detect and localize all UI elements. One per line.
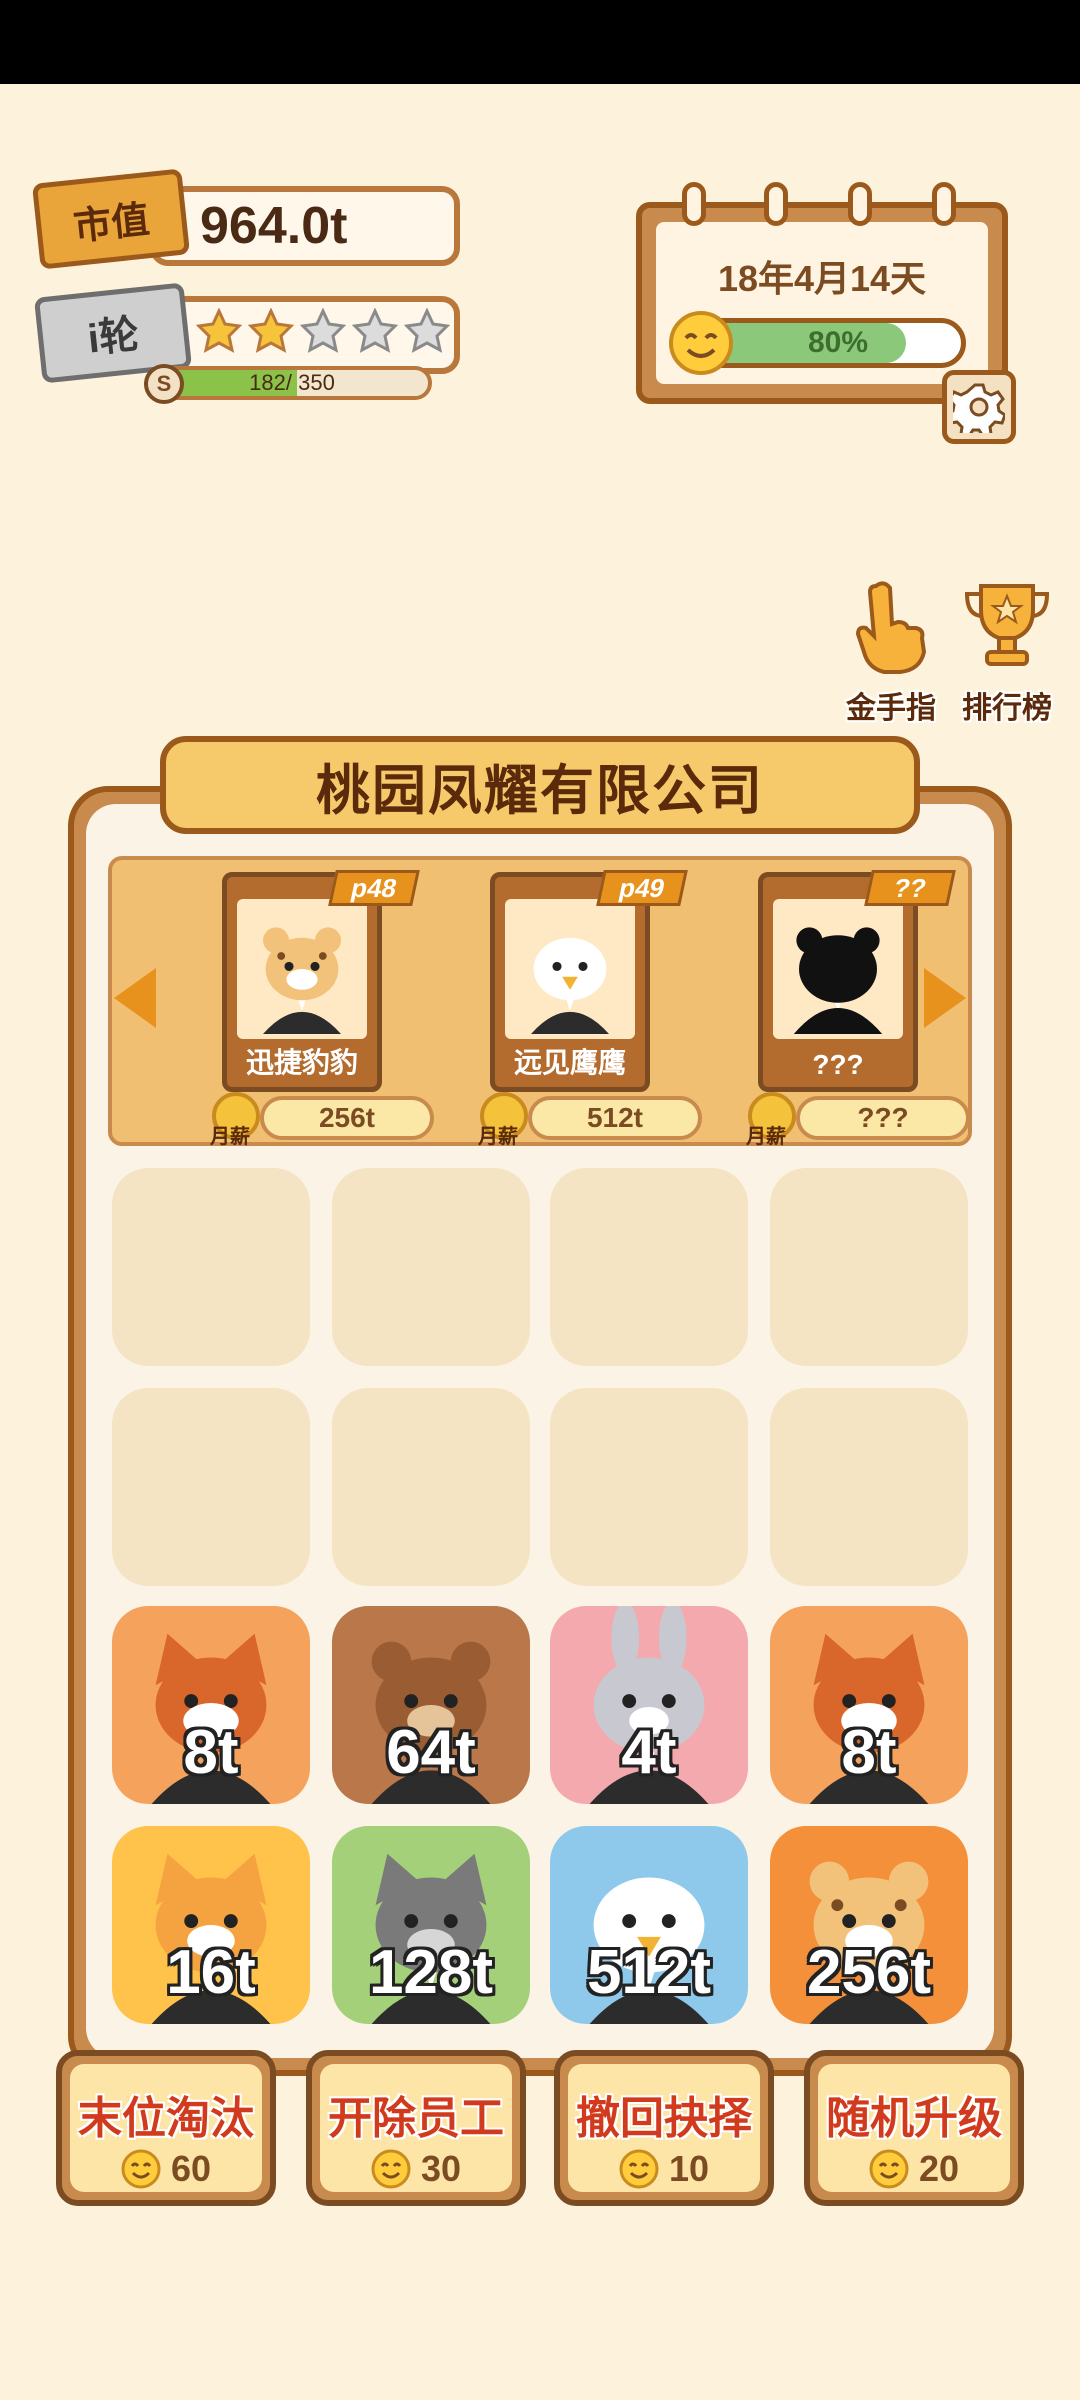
empty-grid-cell[interactable] — [112, 1388, 310, 1586]
action-button[interactable]: 随机升级 20 — [804, 2050, 1024, 2206]
smiley-icon — [869, 2149, 909, 2189]
action-label: 末位淘汰 — [78, 2094, 254, 2143]
employee-salary: ??? — [796, 1096, 970, 1140]
employee-tile[interactable]: 4t — [550, 1606, 748, 1804]
tile-value: 8t — [183, 1718, 239, 1787]
action-cost-value: 60 — [170, 2148, 212, 2189]
action-cost: 10 — [560, 2148, 768, 2190]
action-cost-value: 20 — [918, 2148, 960, 2189]
action-label: 开除员工 — [328, 2094, 504, 2143]
empty-grid-cell[interactable] — [770, 1388, 968, 1586]
rank-stars — [196, 308, 450, 354]
action-button[interactable]: 撤回抉择 10 — [554, 2050, 774, 2206]
smiley-icon — [121, 2149, 161, 2189]
golden-finger-label: 金手指 — [846, 692, 936, 725]
employee-tile[interactable]: 256t — [770, 1826, 968, 2024]
tile-value: 256t — [806, 1938, 932, 2007]
employee-avatar — [531, 937, 609, 1034]
smiley-icon — [669, 311, 733, 375]
employee-name: ??? — [812, 1049, 864, 1080]
employee-tile[interactable]: 128t — [332, 1826, 530, 2024]
empty-grid-cell[interactable] — [332, 1168, 530, 1366]
action-cost-value: 10 — [668, 2148, 710, 2189]
employee-level-badge: ?? — [864, 870, 956, 906]
company-banner: 桃园凤耀有限公司 — [160, 736, 920, 834]
employee-avatar — [793, 927, 883, 1034]
leaderboard-label: 排行榜 — [962, 692, 1052, 725]
action-label: 撤回抉择 — [576, 2094, 752, 2143]
carousel-next-arrow[interactable] — [924, 968, 966, 1028]
xp-bar: 182/ 350 — [152, 366, 432, 400]
empty-grid-cell[interactable] — [550, 1168, 748, 1366]
xp-text: 182/ 350 — [249, 370, 335, 395]
star-filled-icon — [248, 308, 294, 353]
empty-grid-cell[interactable] — [112, 1168, 310, 1366]
action-button[interactable]: 开除员工 30 — [306, 2050, 526, 2206]
employee-avatar — [263, 927, 341, 1034]
action-label: 随机升级 — [826, 2094, 1002, 2143]
salary-label: 月薪 — [478, 1126, 518, 1148]
action-button[interactable]: 末位淘汰 60 — [56, 2050, 276, 2206]
pointing-hand-icon — [855, 581, 927, 674]
empty-grid-cell[interactable] — [550, 1388, 748, 1586]
action-cost: 60 — [62, 2148, 270, 2190]
employee-portrait — [505, 899, 635, 1039]
tile-value: 16t — [166, 1938, 256, 2007]
employee-tile[interactable]: 512t — [550, 1826, 748, 2024]
company-name: 桃园凤耀有限公司 — [316, 760, 764, 821]
calendar-ring — [848, 182, 872, 226]
action-cost-value: 30 — [420, 2148, 462, 2189]
employee-name: 迅捷豹豹 — [245, 1047, 358, 1078]
star-filled-icon — [196, 308, 242, 353]
empty-grid-cell[interactable] — [332, 1388, 530, 1586]
star-empty-icon — [404, 308, 450, 353]
leopard-character — [263, 927, 341, 1034]
leaderboard-button[interactable]: 排行榜 — [952, 578, 1062, 727]
star-empty-icon — [352, 308, 398, 353]
market-value-tag: 市值 — [31, 168, 191, 270]
market-value: 964.0t — [200, 197, 348, 255]
salary-label: 月薪 — [210, 1126, 250, 1148]
employee-tile[interactable]: 64t — [332, 1606, 530, 1804]
settings-button[interactable] — [942, 370, 1016, 444]
calendar-ring — [932, 182, 956, 226]
xp-badge: S — [144, 364, 184, 404]
employee-salary: 256t — [260, 1096, 434, 1140]
golden-finger-button[interactable]: 金手指 — [836, 578, 946, 727]
status-bar — [0, 0, 1080, 84]
star-empty-icon — [300, 308, 346, 353]
smiley-icon — [371, 2149, 411, 2189]
employee-tile[interactable]: 8t — [770, 1606, 968, 1804]
employee-level-badge: p49 — [596, 870, 688, 906]
eagle-character — [531, 937, 609, 1034]
tile-value: 128t — [368, 1938, 494, 2007]
employee-level-badge: p48 — [328, 870, 420, 906]
calendar-ring — [682, 182, 706, 226]
empty-grid-cell[interactable] — [770, 1168, 968, 1366]
employee-portrait — [773, 899, 903, 1039]
employee-tile[interactable]: 16t — [112, 1826, 310, 2024]
action-cost: 30 — [312, 2148, 520, 2190]
trophy-icon — [964, 584, 1050, 666]
unknown-character — [793, 927, 883, 1034]
tile-value: 4t — [621, 1718, 677, 1787]
employee-tile[interactable]: 8t — [112, 1606, 310, 1804]
gear-icon — [953, 383, 1005, 433]
calendar-date: 18年4月14天 — [717, 258, 927, 299]
tile-value: 8t — [841, 1718, 897, 1787]
employee-name: 远见鹰鹰 — [513, 1047, 626, 1078]
employee-salary: 512t — [528, 1096, 702, 1140]
tile-value: 64t — [386, 1718, 476, 1787]
calendar-ring — [764, 182, 788, 226]
salary-label: 月薪 — [746, 1126, 786, 1148]
action-cost: 20 — [810, 2148, 1018, 2190]
carousel-prev-arrow[interactable] — [114, 968, 156, 1028]
smiley-icon — [619, 2149, 659, 2189]
employee-portrait — [237, 899, 367, 1039]
rank-tag-label: i轮 — [85, 312, 142, 362]
market-value-tag-label: 市值 — [71, 198, 152, 249]
tile-value: 512t — [586, 1938, 712, 2007]
